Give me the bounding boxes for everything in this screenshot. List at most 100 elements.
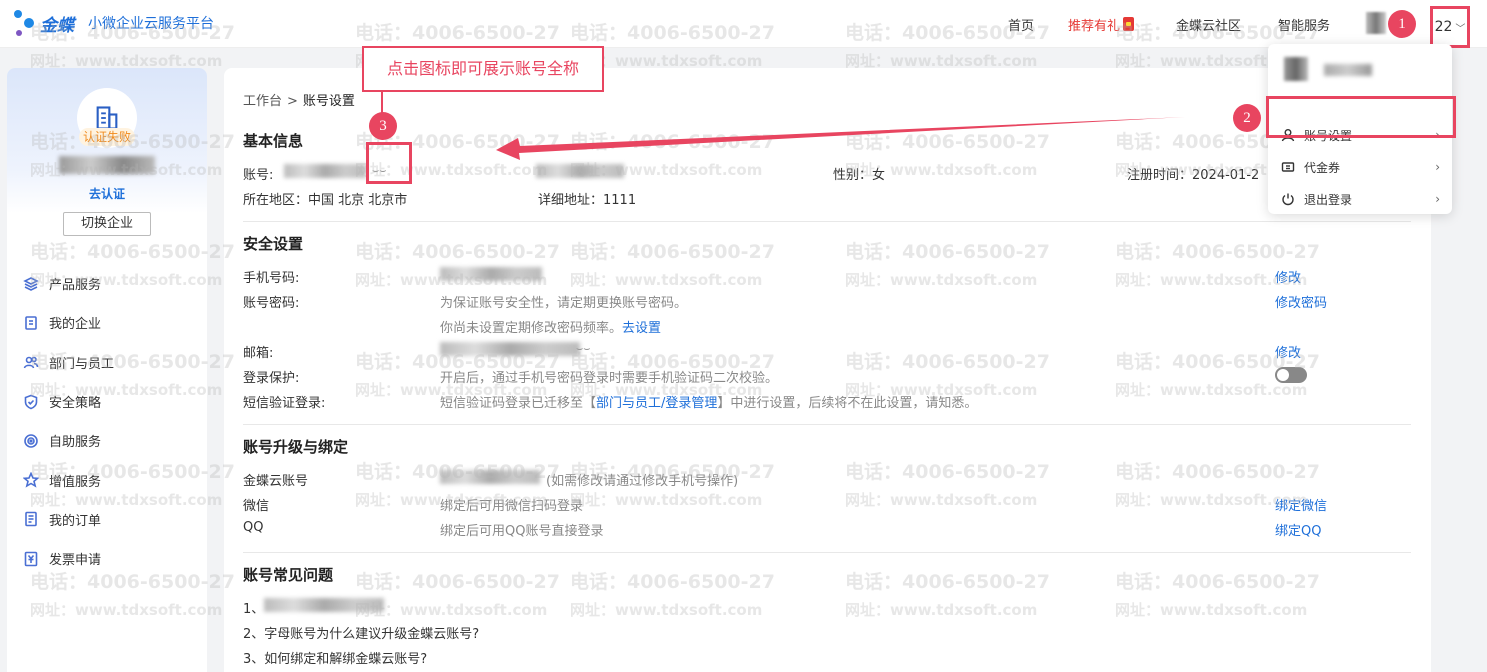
nav-smart-service[interactable]: 智能服务	[1278, 0, 1330, 48]
sidebar-item-departments[interactable]: 部门与员工	[7, 343, 207, 382]
top-bar: 金蝶 小微企业云服务平台 首页 推荐有礼 金蝶云社区 智能服务 22 ﹀	[0, 0, 1487, 48]
wechat-description: 绑定后可用微信扫码登录	[440, 499, 584, 514]
target-icon	[24, 434, 38, 448]
kingdee-account-note: (如需修改请通过修改手机号操作)	[546, 474, 739, 489]
go-setup-link[interactable]: 去设置	[622, 321, 661, 336]
logo[interactable]: 金蝶 小微企业云服务平台	[12, 8, 214, 38]
star-icon	[23, 472, 39, 488]
annotation-badge-3: 3	[369, 112, 397, 140]
users-icon	[23, 356, 39, 369]
brand-name: 金蝶	[40, 15, 74, 36]
section-security-title: 安全设置	[243, 235, 304, 253]
qq-description: 绑定后可用QQ账号直接登录	[440, 524, 604, 539]
auth-status-badge: 认证失败	[79, 128, 135, 146]
wechat-label: 微信	[243, 499, 270, 514]
breadcrumb-separator: >	[287, 94, 298, 109]
annotation-callout: 点击图标即可展示账号全称	[362, 46, 604, 92]
kingdee-logo-icon	[12, 8, 38, 38]
password-description: 为保证账号安全性，请定期更换账号密码。	[440, 296, 688, 311]
email-value-masked	[440, 342, 580, 356]
sidebar-item-invoice[interactable]: 发票申请	[7, 539, 207, 578]
register-time-field: 注册时间：2024-01-2	[1127, 168, 1260, 183]
sms-login-label: 短信验证登录:	[243, 396, 326, 411]
breadcrumb: 工作台 > 账号设置	[243, 90, 355, 109]
phone-value-masked	[440, 267, 542, 281]
change-password-link[interactable]: 修改密码	[1275, 292, 1327, 311]
sidebar-item-products[interactable]: 产品服务	[7, 264, 207, 303]
enterprise-name-masked	[59, 156, 155, 174]
section-basic-info-title: 基本信息	[243, 132, 304, 150]
gender-field: 性别：女	[833, 168, 886, 183]
nickname-masked	[536, 164, 624, 178]
login-management-link[interactable]: 部门与员工/登录管理	[596, 396, 717, 411]
bind-qq-link[interactable]: 绑定QQ	[1275, 520, 1321, 539]
go-auth-link[interactable]: 去认证	[7, 185, 207, 202]
breadcrumb-current: 账号设置	[302, 94, 355, 109]
faq-item-1-masked	[264, 598, 384, 612]
annotation-badge-1: 1	[1388, 10, 1416, 38]
kingdee-account-label: 金蝶云账号	[243, 474, 309, 489]
sidebar-item-self-service[interactable]: 自助服务	[7, 421, 207, 460]
bind-wechat-link[interactable]: 绑定微信	[1275, 495, 1327, 514]
chevron-down-icon: ﹀	[1455, 23, 1466, 35]
qq-label: QQ	[243, 520, 264, 535]
sidebar-item-value-added[interactable]: 增值服务	[7, 460, 207, 499]
password-hint: 你尚未设置定期修改密码频率。去设置	[440, 321, 662, 336]
faq-item-1[interactable]: 1、	[243, 598, 264, 617]
user-menu-trigger[interactable]: 22 ﹀	[1430, 6, 1470, 48]
account-value-masked	[284, 164, 366, 178]
voucher-icon	[1281, 162, 1295, 172]
login-protect-label: 登录保护:	[243, 371, 300, 386]
dropdown-user-name-masked	[1324, 64, 1372, 76]
kingdee-account-masked	[440, 470, 540, 484]
sidebar-item-my-enterprise[interactable]: 我的企业	[7, 303, 207, 342]
region-field: 所在地区：中国 北京 北京市	[243, 193, 408, 208]
sidebar-item-orders[interactable]: 我的订单	[7, 500, 207, 539]
eye-toggle-icon[interactable]: ⌣⌣	[576, 342, 590, 356]
chevron-right-icon: ›	[1435, 160, 1440, 174]
eye-icon-highlight	[366, 142, 412, 184]
nav-recommend[interactable]: 推荐有礼	[1068, 0, 1135, 48]
dropdown-avatar	[1284, 57, 1308, 81]
sidebar-item-security-policy[interactable]: 安全策略	[7, 382, 207, 421]
password-label: 账号密码:	[243, 296, 300, 311]
document-icon	[25, 316, 37, 330]
shield-icon	[24, 394, 38, 409]
layers-icon	[23, 276, 39, 291]
power-icon	[1282, 193, 1294, 206]
nav-home[interactable]: 首页	[1008, 0, 1034, 48]
sms-login-description: 短信验证码登录已迁移至【部门与员工/登录管理】中进行设置，后续将不在此设置，请知…	[440, 396, 978, 411]
user-name-suffix: 22	[1434, 19, 1453, 35]
sidebar-menu: 产品服务 我的企业 部门与员工 安全策略 自助服务 增值服务 我的订单 发票申请	[7, 264, 207, 578]
phone-modify-link[interactable]: 修改	[1275, 267, 1301, 286]
enterprise-card: 认证失败 去认证	[7, 68, 207, 213]
user-avatar[interactable]	[1366, 12, 1386, 34]
login-protect-description: 开启后，通过手机号密码登录时需要手机验证码二次校验。	[440, 371, 779, 386]
invoice-icon	[24, 551, 38, 567]
switch-enterprise-button[interactable]: 切换企业	[63, 212, 151, 236]
faq-item-3[interactable]: 3、如何绑定和解绑金蝶云账号?	[243, 648, 427, 667]
section-binding-title: 账号升级与绑定	[243, 438, 349, 456]
email-label: 邮箱:	[243, 346, 274, 361]
platform-subtitle: 小微企业云服务平台	[88, 16, 214, 32]
dropdown-item-voucher[interactable]: 代金券 ›	[1268, 153, 1452, 181]
breadcrumb-home[interactable]: 工作台	[243, 94, 282, 109]
divider	[243, 552, 1411, 553]
nav-community[interactable]: 金蝶云社区	[1176, 0, 1241, 48]
divider	[243, 424, 1411, 425]
red-packet-icon	[1123, 17, 1135, 31]
account-label: 账号:	[243, 168, 274, 183]
chevron-right-icon: ›	[1435, 192, 1440, 206]
sidebar: 认证失败 去认证 切换企业 产品服务 我的企业 部门与员工 安全策略 自助服务 …	[7, 68, 207, 672]
divider	[243, 221, 1411, 222]
annotation-badge-2: 2	[1233, 104, 1261, 132]
faq-item-2[interactable]: 2、字母账号为什么建议升级金蝶云账号?	[243, 623, 479, 642]
account-settings-highlight	[1266, 96, 1456, 138]
dropdown-item-logout[interactable]: 退出登录 ›	[1268, 185, 1452, 213]
email-modify-link[interactable]: 修改	[1275, 342, 1301, 361]
address-field: 详细地址：1111	[538, 193, 637, 208]
login-protect-toggle[interactable]	[1275, 367, 1307, 383]
phone-label: 手机号码:	[243, 271, 300, 286]
order-icon	[25, 512, 37, 527]
section-faq-title: 账号常见问题	[243, 566, 334, 584]
